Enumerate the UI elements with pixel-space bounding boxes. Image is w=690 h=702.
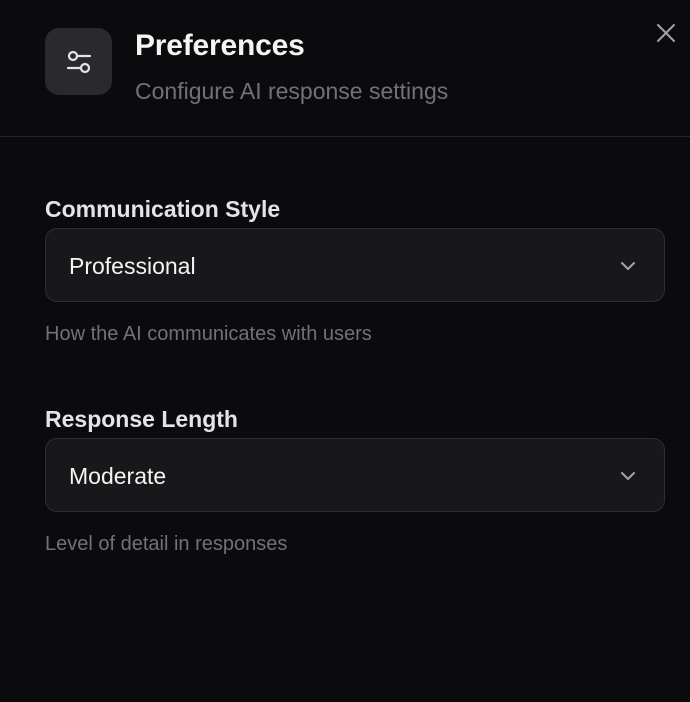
- response-length-label: Response Length: [45, 406, 238, 432]
- communication-style-value: Professional: [69, 253, 196, 279]
- close-icon: [657, 24, 675, 42]
- chevron-down-icon: [621, 472, 635, 480]
- page-subtitle: Configure AI response settings: [135, 78, 449, 104]
- close-button[interactable]: [653, 20, 679, 46]
- communication-style-label: Communication Style: [45, 196, 281, 222]
- response-length-helper: Level of detail in responses: [45, 533, 288, 555]
- chevron-down-icon: [621, 262, 635, 270]
- communication-style-helper: How the AI communicates with users: [45, 323, 372, 345]
- communication-style-select[interactable]: Professional: [45, 228, 665, 302]
- panel-header: Preferences Configure AI response settin…: [0, 0, 690, 137]
- response-length-select[interactable]: Moderate: [45, 438, 665, 512]
- preferences-panel: Preferences Configure AI response settin…: [0, 0, 690, 702]
- response-length-value: Moderate: [69, 463, 167, 489]
- page-title: Preferences: [135, 29, 305, 62]
- sliders-icon: [45, 28, 112, 95]
